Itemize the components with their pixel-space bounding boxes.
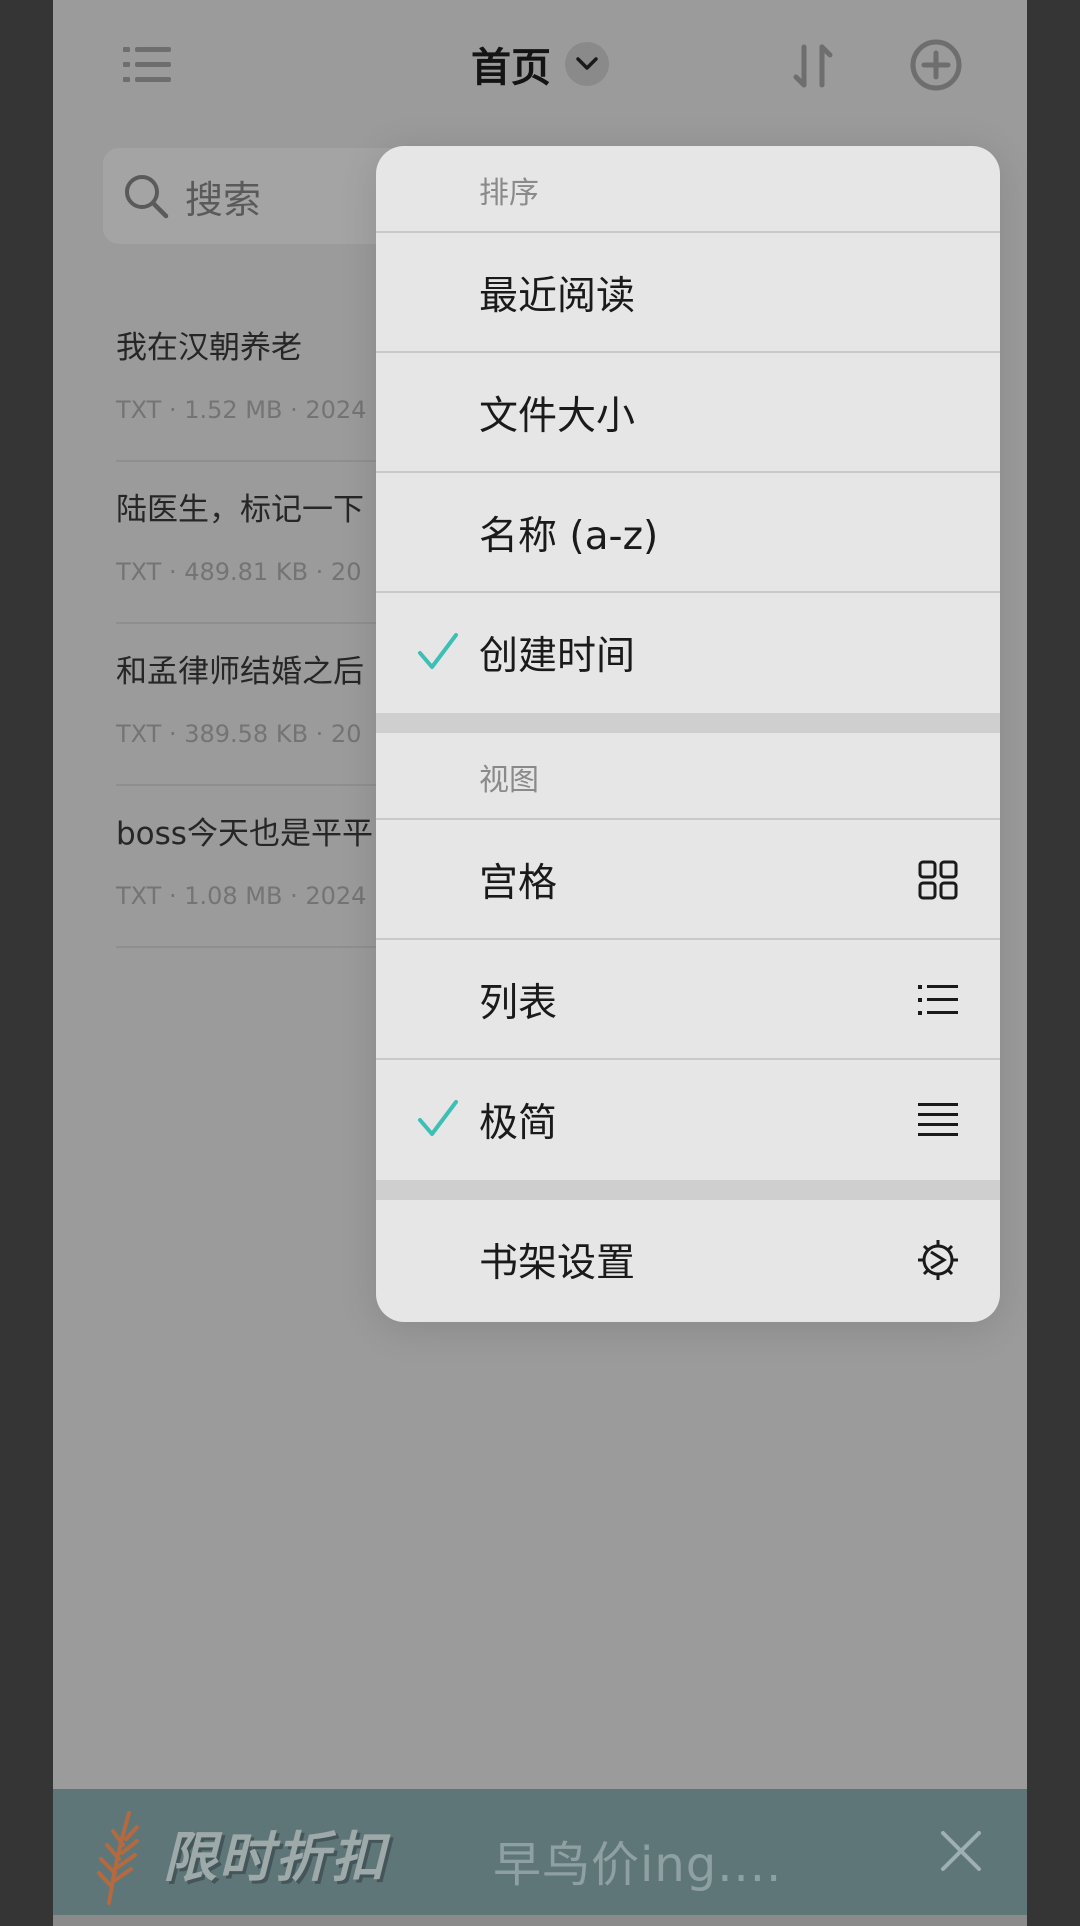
- sort-view-menu: 排序 最近阅读 文件大小 名称 (a-z) 创建时间 视图 宫格 列表 极简 书…: [376, 146, 1000, 1322]
- section-divider: [376, 713, 1000, 733]
- title-dropdown-button[interactable]: [565, 42, 609, 86]
- sort-section-header: 排序: [376, 146, 1000, 233]
- search-input[interactable]: 搜索: [185, 169, 261, 224]
- promo-banner[interactable]: 限时折扣 早鸟价ing....: [53, 1789, 1027, 1915]
- book-title: 和孟律师结婚之后: [116, 654, 364, 690]
- lines-icon: [918, 1103, 958, 1136]
- plus-circle-icon: [910, 39, 962, 91]
- book-meta: TXT · 389.58 KB · 20: [116, 720, 362, 748]
- grid-icon: [918, 860, 958, 900]
- sort-option-name[interactable]: 名称 (a-z): [376, 473, 1000, 593]
- sort-option-created[interactable]: 创建时间: [376, 593, 1000, 713]
- search-icon: [125, 175, 169, 219]
- promo-badge: 限时折扣: [163, 1826, 387, 1889]
- view-option-grid[interactable]: 宫格: [376, 820, 1000, 940]
- book-title: 陆医生，标记一下: [116, 492, 364, 528]
- section-divider: [376, 1180, 1000, 1200]
- book-title: 我在汉朝养老: [116, 330, 302, 366]
- leaf-icon: [97, 1811, 139, 1905]
- view-option-minimal[interactable]: 极简: [376, 1060, 1000, 1180]
- bottom-strip: [53, 1915, 1027, 1926]
- book-meta: TXT · 1.52 MB · 2024: [116, 396, 367, 424]
- close-icon[interactable]: [933, 1823, 989, 1879]
- book-title: boss今天也是平平: [116, 816, 373, 852]
- gear-icon: [918, 1240, 958, 1280]
- book-meta: TXT · 1.08 MB · 2024: [116, 882, 367, 910]
- shelf-settings-item[interactable]: 书架设置: [376, 1200, 1000, 1320]
- book-meta: TXT · 489.81 KB · 20: [116, 558, 362, 586]
- app-screen: 首页 搜索 我在汉朝养老 TXT · 1.52 MB · 2024 陆医生，标记…: [53, 0, 1027, 1926]
- sort-option-size[interactable]: 文件大小: [376, 353, 1000, 473]
- bulleted-list-icon: [918, 985, 958, 1015]
- promo-text: 早鸟价ing....: [493, 1837, 783, 1893]
- title-bar: 首页: [53, 36, 1027, 92]
- view-section-header: 视图: [376, 733, 1000, 820]
- checkmark-icon: [418, 633, 458, 669]
- sort-icon: [793, 44, 833, 88]
- view-option-list[interactable]: 列表: [376, 940, 1000, 1060]
- sort-button[interactable]: [783, 36, 843, 96]
- chevron-down-icon: [576, 57, 598, 70]
- add-button[interactable]: [905, 34, 967, 96]
- page-title[interactable]: 首页: [471, 35, 551, 93]
- sort-option-recent[interactable]: 最近阅读: [376, 233, 1000, 353]
- checkmark-icon: [418, 1100, 458, 1136]
